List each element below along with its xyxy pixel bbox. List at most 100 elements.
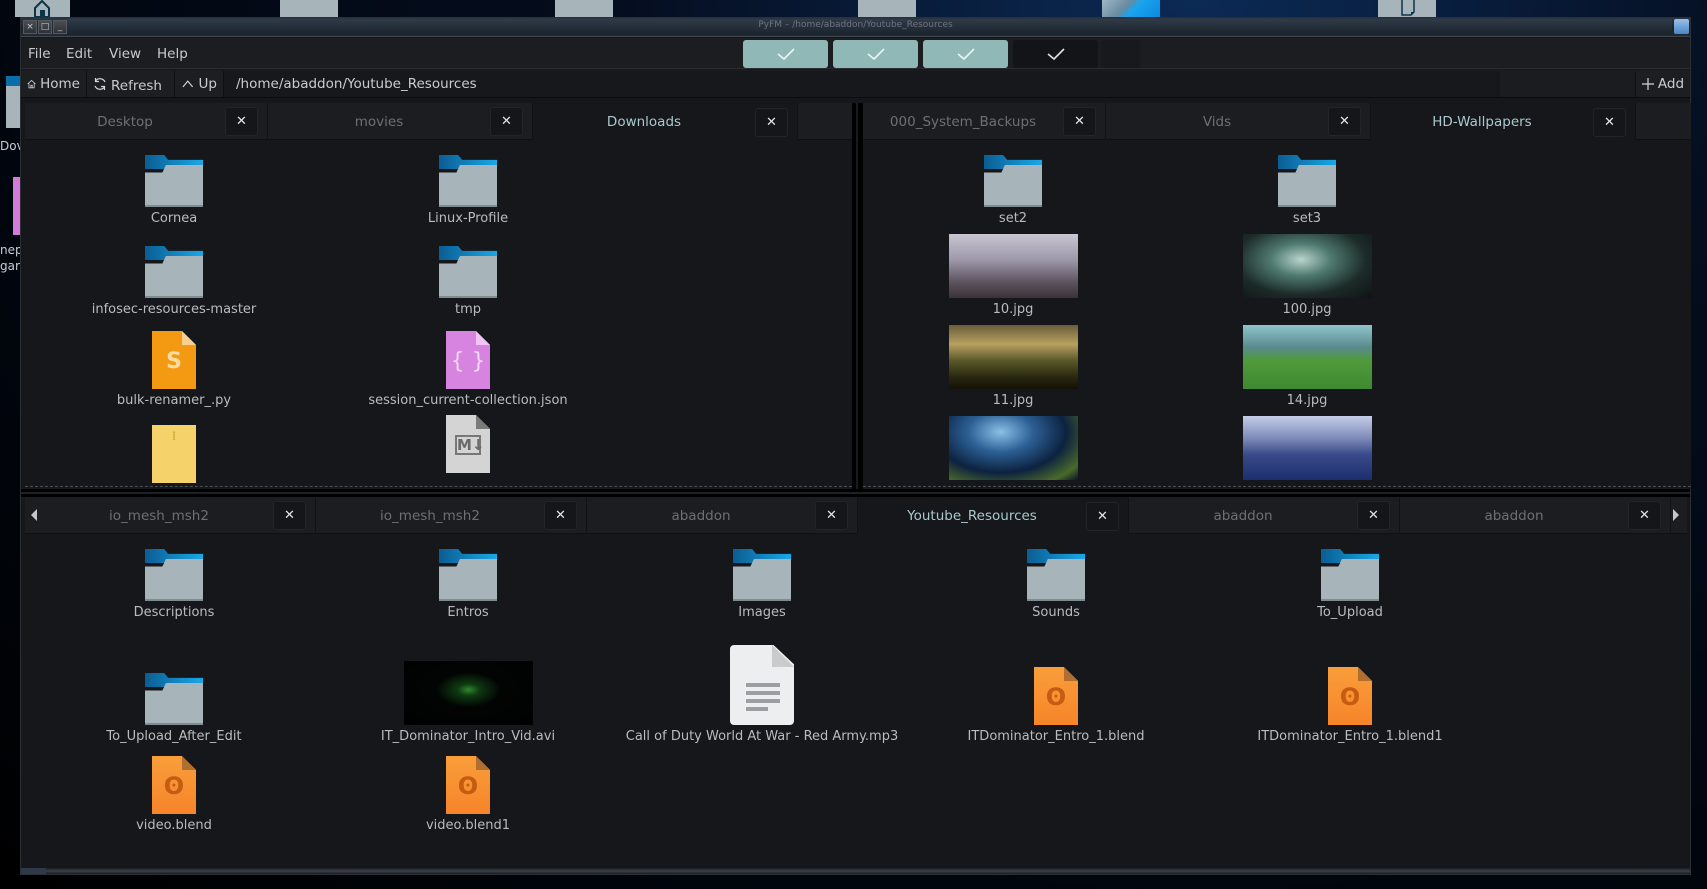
close-tab-button[interactable]: ✕ bbox=[544, 501, 577, 530]
desktop-icon-home[interactable] bbox=[15, 0, 70, 18]
file-item-image[interactable]: 10.jpg bbox=[903, 234, 1123, 317]
desktop-item-label: Dov bbox=[0, 139, 20, 153]
pane-toggle-button-3[interactable] bbox=[923, 40, 1008, 68]
path-input[interactable]: /home/abaddon/Youtube_Resources bbox=[224, 71, 1500, 97]
pane-bottom: io_mesh_msh2 ✕ io_mesh_msh2 ✕ abaddon ✕ … bbox=[25, 497, 1687, 864]
pane-toggle-button-4[interactable] bbox=[1013, 40, 1098, 68]
horizontal-splitter[interactable] bbox=[21, 489, 1690, 497]
blender-file-icon: ʘ bbox=[152, 756, 196, 814]
desktop-folder-icon[interactable] bbox=[6, 76, 20, 128]
menu-view[interactable]: View bbox=[109, 46, 141, 62]
blender-file-icon: ʘ bbox=[1328, 667, 1372, 725]
file-name: Descriptions bbox=[133, 605, 215, 620]
file-item-blend[interactable]: ʘ ITDominator_Entro_1.blend1 bbox=[1240, 641, 1460, 744]
close-tab-button[interactable]: ✕ bbox=[755, 107, 788, 137]
file-item-markdown[interactable]: M↓ bbox=[358, 409, 578, 473]
menu-file[interactable]: File bbox=[28, 46, 51, 62]
tab-label: abaddon bbox=[1213, 507, 1273, 524]
file-name: Sounds bbox=[1032, 605, 1080, 620]
tab-vids[interactable]: Vids ✕ bbox=[1106, 103, 1371, 140]
file-item-audio[interactable]: Call of Duty World At War - Red Army.mp3 bbox=[602, 641, 922, 744]
check-icon bbox=[956, 48, 975, 61]
file-item-folder[interactable]: Cornea bbox=[64, 143, 284, 226]
file-item-folder[interactable]: Entros bbox=[358, 537, 578, 620]
file-item-json[interactable]: { } session_current-collection.json bbox=[358, 325, 578, 408]
tab-bar: io_mesh_msh2 ✕ io_mesh_msh2 ✕ abaddon ✕ … bbox=[25, 497, 1687, 535]
add-button[interactable]: Add bbox=[1635, 71, 1690, 97]
file-item-folder[interactable]: Linux-Profile bbox=[358, 143, 578, 226]
close-tab-button[interactable]: ✕ bbox=[1086, 501, 1119, 531]
tab-io-mesh-msh2[interactable]: io_mesh_msh2 ✕ bbox=[316, 497, 587, 534]
file-item-archive[interactable]: ⁞ bbox=[64, 419, 284, 483]
desktop-file-icon[interactable] bbox=[13, 177, 20, 235]
chevron-up-icon bbox=[182, 80, 194, 88]
desktop-icon-app[interactable] bbox=[1102, 0, 1160, 17]
tab-io-mesh-msh2[interactable]: io_mesh_msh2 ✕ bbox=[45, 497, 316, 534]
file-item-folder[interactable]: infosec-resources-master bbox=[64, 234, 284, 317]
window-resize-bar[interactable] bbox=[21, 868, 1690, 874]
file-item-image[interactable] bbox=[1197, 416, 1417, 480]
file-item-folder[interactable]: To_Upload_After_Edit bbox=[64, 641, 284, 744]
file-item-folder[interactable]: Sounds bbox=[946, 537, 1166, 620]
file-item-image[interactable] bbox=[903, 416, 1123, 480]
file-item-folder[interactable]: Descriptions bbox=[64, 537, 284, 620]
tab-system-backups[interactable]: 000_System_Backups ✕ bbox=[863, 103, 1106, 140]
folder-icon bbox=[439, 549, 497, 601]
file-item-image[interactable]: 14.jpg bbox=[1197, 325, 1417, 408]
close-tab-button[interactable]: ✕ bbox=[273, 501, 306, 530]
refresh-button[interactable]: Refresh bbox=[87, 71, 175, 97]
file-name: set3 bbox=[1292, 211, 1322, 226]
close-tab-button[interactable]: ✕ bbox=[490, 107, 523, 136]
scroll-tabs-right-icon[interactable] bbox=[1673, 509, 1679, 521]
close-tab-button[interactable]: ✕ bbox=[1628, 501, 1661, 530]
close-tab-button[interactable]: ✕ bbox=[225, 107, 258, 136]
file-name: 14.jpg bbox=[1286, 393, 1328, 408]
plus-icon bbox=[1641, 78, 1654, 90]
folder-icon bbox=[145, 155, 203, 207]
close-tab-button[interactable]: ✕ bbox=[815, 501, 848, 530]
file-item-image[interactable]: 11.jpg bbox=[903, 325, 1123, 408]
file-item-image[interactable]: 100.jpg bbox=[1197, 234, 1417, 317]
file-item-video[interactable]: IT_Dominator_Intro_Vid.avi bbox=[358, 641, 578, 744]
menu-help[interactable]: Help bbox=[157, 46, 188, 62]
home-button[interactable]: Home bbox=[21, 71, 87, 97]
menu-edit[interactable]: Edit bbox=[66, 46, 92, 62]
pane-toggle-button-1[interactable] bbox=[743, 40, 828, 68]
file-item-folder[interactable]: To_Upload bbox=[1240, 537, 1460, 620]
close-tab-button[interactable]: ✕ bbox=[1063, 107, 1096, 136]
file-item-blend[interactable]: ʘ video.blend1 bbox=[358, 750, 578, 833]
close-tab-button[interactable]: ✕ bbox=[1357, 501, 1390, 530]
file-item-blend[interactable]: ʘ video.blend bbox=[64, 750, 284, 833]
close-tab-button[interactable]: ✕ bbox=[1593, 107, 1626, 137]
tab-hd-wallpapers[interactable]: HD-Wallpapers ✕ bbox=[1371, 103, 1636, 141]
tab-movies[interactable]: movies ✕ bbox=[268, 103, 533, 140]
tab-desktop[interactable]: Desktop ✕ bbox=[25, 103, 268, 140]
tab-label: abaddon bbox=[671, 507, 731, 524]
close-tab-button[interactable]: ✕ bbox=[1328, 107, 1361, 136]
app-menu-icon[interactable] bbox=[1674, 19, 1689, 34]
vertical-splitter[interactable] bbox=[852, 103, 863, 493]
desktop-icon[interactable] bbox=[858, 0, 916, 17]
file-item-folder[interactable]: set2 bbox=[903, 143, 1123, 226]
desktop-icon-document[interactable] bbox=[1378, 0, 1436, 17]
desktop-icon[interactable] bbox=[555, 0, 613, 17]
file-item-blend[interactable]: ʘ ITDominator_Entro_1.blend bbox=[946, 641, 1166, 744]
title-bar[interactable]: × □ _ PyFM – /home/abaddon/Youtube_Resou… bbox=[21, 18, 1690, 37]
tab-youtube-resources[interactable]: Youtube_Resources ✕ bbox=[858, 497, 1129, 535]
file-name: session_current-collection.json bbox=[368, 393, 568, 408]
file-item-python[interactable]: S bulk-renamer_.py bbox=[64, 325, 284, 408]
file-item-folder[interactable]: tmp bbox=[358, 234, 578, 317]
tab-downloads[interactable]: Downloads ✕ bbox=[533, 103, 798, 141]
tab-label: Downloads bbox=[606, 114, 682, 130]
tab-abaddon[interactable]: abaddon ✕ bbox=[1400, 497, 1671, 534]
file-item-folder[interactable]: Images bbox=[652, 537, 872, 620]
desktop-icon[interactable] bbox=[280, 0, 338, 17]
tab-abaddon[interactable]: abaddon ✕ bbox=[587, 497, 858, 534]
desktop-item-label: nep bbox=[0, 243, 20, 257]
tab-abaddon[interactable]: abaddon ✕ bbox=[1129, 497, 1400, 534]
image-thumbnail bbox=[948, 325, 1078, 389]
up-button[interactable]: Up bbox=[175, 71, 224, 97]
file-item-folder[interactable]: set3 bbox=[1197, 143, 1417, 226]
pane-toggle-button-2[interactable] bbox=[833, 40, 918, 68]
scroll-tabs-left-icon[interactable] bbox=[31, 509, 37, 521]
